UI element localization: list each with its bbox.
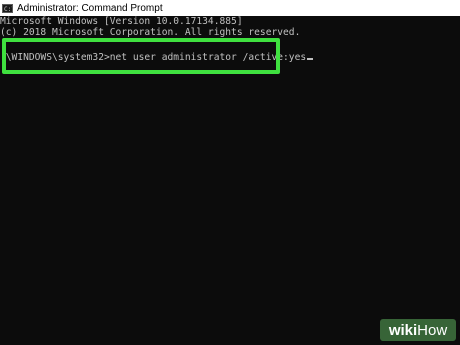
text-cursor [307,58,314,60]
logo-text-how: How [417,321,448,339]
window-title: Administrator: Command Prompt [17,2,163,14]
cmd-icon: C:\ [2,3,13,13]
console-copyright-line: (c) 2018 Microsoft Corporation. All righ… [0,27,301,38]
highlight-box [2,38,280,74]
logo-text-wiki: wiki [388,321,418,339]
title-bar[interactable]: C:\ Administrator: Command Prompt [0,0,460,16]
wikihow-logo: wiki How [380,319,456,341]
command-prompt-window: C:\ Administrator: Command Prompt Micros… [0,0,460,345]
console-area[interactable]: Microsoft Windows [Version 10.0.17134.88… [0,16,460,345]
console-version-line: Microsoft Windows [Version 10.0.17134.88… [0,16,243,27]
